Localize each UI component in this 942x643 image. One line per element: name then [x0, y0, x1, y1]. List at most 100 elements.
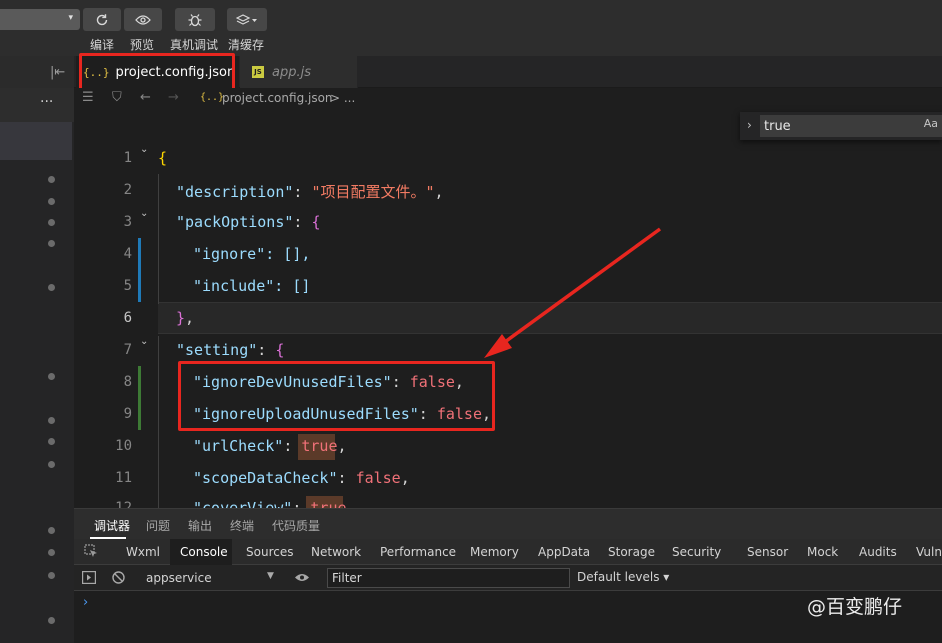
toggle-replace-icon[interactable]: › — [747, 118, 752, 132]
more-icon[interactable]: ··· — [40, 94, 53, 110]
file-status-dot — [48, 527, 55, 534]
code-line-4: "ignore": [], — [193, 245, 311, 263]
log-levels-select[interactable]: Default levels ▾ — [577, 570, 669, 584]
line-number: 2 — [123, 182, 132, 198]
file-status-dot — [48, 617, 55, 624]
top-toolbar: ▾ 编译 预览 真机调试 清缓存 — [0, 0, 942, 56]
tab-label: app.js — [272, 64, 311, 80]
line-number: 9 — [123, 406, 132, 422]
modified-line-marker — [138, 238, 141, 302]
current-line-highlight — [158, 302, 942, 334]
back-arrow-icon[interactable]: ← — [140, 90, 151, 105]
find-input-value: true — [764, 119, 791, 134]
file-explorer-sidebar: ··· — [0, 88, 74, 643]
tab-app-js[interactable]: JS app.js — [240, 56, 358, 88]
line-number: 12 — [115, 500, 132, 508]
file-status-dot — [48, 438, 55, 445]
indent-guide — [158, 174, 159, 304]
devtab-appdata[interactable]: AppData — [538, 545, 590, 559]
file-status-dot — [48, 240, 55, 247]
devtab-sensor[interactable]: Sensor — [747, 545, 788, 559]
line-number: 3 — [123, 214, 132, 230]
mode-select[interactable]: ▾ — [0, 9, 80, 30]
fold-chevron-icon[interactable]: ⌄ — [140, 144, 148, 155]
code-line-1: { — [158, 149, 168, 167]
json-file-icon: {..} — [200, 92, 225, 103]
forward-arrow-icon[interactable]: → — [168, 90, 179, 105]
layers-icon — [236, 13, 257, 25]
eye-icon — [135, 14, 151, 25]
selected-file-item[interactable] — [0, 122, 72, 160]
clear-cache-button[interactable] — [227, 8, 267, 31]
breadcrumb-tail[interactable]: > ... — [330, 91, 355, 105]
tab-code-quality[interactable]: 代码质量 — [272, 517, 320, 534]
code-line-5: "include": [] — [193, 277, 311, 295]
file-status-dot — [48, 572, 55, 579]
breadcrumb: ☰ ⛉ ← → {..} project.config.json > ... — [74, 88, 942, 110]
file-status-dot — [48, 176, 55, 183]
code-line-9: "ignoreUploadUnusedFiles": false, — [193, 405, 492, 423]
preview-button[interactable] — [124, 8, 162, 31]
code-line-3: "packOptions": { — [176, 213, 321, 231]
tab-project-config-json[interactable]: {..} project.config.json × — [76, 56, 255, 88]
bookmark-icon[interactable]: ⛉ — [112, 90, 122, 105]
console-toolbar: appservice ▼ Filter Default levels ▾ — [74, 565, 942, 591]
devtab-sources[interactable]: Sources — [246, 545, 293, 559]
indent-guide — [158, 336, 159, 508]
file-status-dot — [48, 417, 55, 424]
debugger-panel: 调试器 问题 输出 终端 代码质量 Wxml Console Sources N… — [74, 508, 942, 643]
clear-console-icon[interactable] — [112, 571, 125, 584]
code-line-7: "setting": { — [176, 341, 285, 359]
file-status-dot — [48, 198, 55, 205]
code-line-2: "description": "项目配置文件。", — [176, 183, 444, 201]
chevron-down-icon: ▾ — [68, 13, 73, 23]
sidebar-toggle-icon[interactable] — [82, 571, 96, 584]
devtab-network[interactable]: Network — [311, 545, 361, 559]
fold-chevron-icon[interactable]: ⌄ — [140, 208, 148, 219]
js-file-icon: JS — [252, 66, 264, 78]
compile-button[interactable] — [83, 8, 121, 31]
added-line-marker — [138, 366, 141, 430]
line-number: 8 — [123, 374, 132, 390]
tab-output[interactable]: 输出 — [188, 517, 212, 534]
devtab-mock[interactable]: Mock — [807, 545, 838, 559]
tab-label: project.config.json — [115, 64, 236, 80]
fold-chevron-icon[interactable]: ⌄ — [140, 336, 148, 347]
code-line-11: "scopeDataCheck": false, — [193, 469, 410, 487]
devtab-wxml[interactable]: Wxml — [126, 545, 160, 559]
line-number: 11 — [115, 470, 132, 486]
devtab-performance[interactable]: Performance — [380, 545, 456, 559]
console-prompt[interactable]: › — [83, 595, 88, 610]
editor-tab-bar: |⇤ {..} project.config.json × JS app.js — [0, 56, 942, 88]
preview-label: 预览 — [130, 38, 155, 52]
panel-tabs: 调试器 问题 输出 终端 代码质量 — [74, 509, 942, 539]
tab-terminal[interactable]: 终端 — [230, 517, 254, 534]
collapse-sidebar-icon[interactable]: |⇤ — [50, 65, 65, 80]
remote-debug-button[interactable] — [175, 8, 215, 31]
devtab-security[interactable]: Security — [672, 545, 721, 559]
devtab-vulnerability[interactable]: Vulne — [916, 545, 942, 559]
devtab-audits[interactable]: Audits — [859, 545, 897, 559]
wechat-devtools-window: ▾ 编译 预览 真机调试 清缓存 |⇤ {..} project.config.… — [0, 0, 942, 643]
file-status-dot — [48, 461, 55, 468]
code-line-6: }, — [176, 309, 195, 327]
tab-problems[interactable]: 问题 — [146, 517, 170, 534]
find-input[interactable]: true Aa — [760, 115, 942, 137]
code-editor[interactable]: 1 2 3 4 5 6 7 8 9 10 11 12 ⌄ ⌄ ⌄ { "desc… — [74, 110, 942, 508]
inspect-element-icon[interactable] — [84, 544, 98, 558]
match-case-icon[interactable]: Aa — [924, 117, 938, 130]
tab-debugger[interactable]: 调试器 — [94, 517, 130, 534]
breadcrumb-file[interactable]: project.config.json — [222, 91, 333, 105]
console-filter-input[interactable]: Filter — [327, 568, 570, 588]
context-select[interactable]: appservice — [146, 571, 212, 585]
devtab-storage[interactable]: Storage — [608, 545, 655, 559]
devtab-console[interactable]: Console — [180, 545, 228, 559]
devtab-memory[interactable]: Memory — [470, 545, 519, 559]
line-number: 1 — [123, 150, 132, 166]
remote-debug-label: 真机调试 — [170, 38, 219, 52]
line-number: 6 — [123, 310, 132, 326]
list-icon[interactable]: ☰ — [82, 90, 94, 105]
eye-icon[interactable] — [294, 572, 310, 583]
file-status-dot — [48, 219, 55, 226]
chevron-down-icon[interactable]: ▼ — [267, 571, 274, 581]
